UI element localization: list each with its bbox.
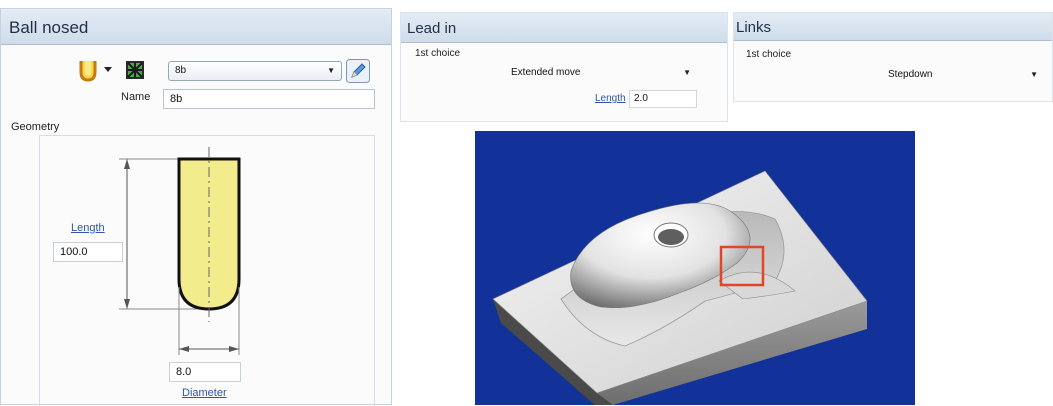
ball-nosed-panel: Ball nosed 8b ▼ Name 8b Geometry Length … [0, 8, 392, 406]
panel-title: Lead in [407, 20, 457, 37]
first-choice-label: 1st choice [415, 48, 461, 59]
panel-title: Links [736, 19, 772, 36]
edit-pencil-icon[interactable] [346, 59, 370, 83]
links-panel: Links 1st choice Stepdown ▼ [733, 12, 1053, 102]
geometry-label: Geometry [11, 121, 60, 133]
lead-in-panel: Lead in 1st choice Extended move ▼ Lengt… [400, 12, 728, 122]
diameter-link[interactable]: Diameter [182, 387, 227, 399]
lead-in-choice-dropdown[interactable]: Extended move ▼ [497, 65, 697, 81]
chevron-down-icon[interactable] [104, 67, 112, 73]
name-label: Name [121, 91, 151, 103]
lead-in-length-link[interactable]: Length [595, 93, 626, 104]
tool-selector-dropdown[interactable]: 8b ▼ [168, 61, 342, 81]
tool-geometry-diagram [119, 147, 241, 355]
machined-part-render [492, 170, 868, 405]
panel-title: Ball nosed [9, 18, 89, 37]
lead-in-title-bar: Lead in [401, 13, 727, 43]
links-title-bar: Links [734, 13, 1052, 41]
dropdown-arrow-icon: ▼ [683, 68, 691, 77]
length-link[interactable]: Length [71, 222, 105, 234]
ball-nose-tool-icon[interactable] [77, 59, 99, 83]
dropdown-arrow-icon: ▼ [1030, 70, 1038, 79]
3d-viewport[interactable] [475, 131, 915, 405]
tool-selector-value: 8b [175, 65, 187, 76]
lead-in-choice-value: Extended move [511, 67, 581, 78]
name-input[interactable]: 8b [163, 89, 375, 109]
dropdown-arrow-icon: ▼ [327, 66, 335, 75]
length-input[interactable]: 100.0 [53, 242, 123, 262]
links-choice-value: Stepdown [888, 69, 933, 80]
ball-nosed-title-bar: Ball nosed [1, 9, 391, 45]
diameter-input[interactable]: 8.0 [169, 362, 241, 382]
first-choice-label: 1st choice [746, 49, 792, 60]
tool-holder-icon[interactable] [125, 60, 145, 80]
lead-in-length-input[interactable]: 2.0 [629, 90, 697, 108]
links-choice-dropdown[interactable]: Stepdown ▼ [874, 67, 1044, 83]
